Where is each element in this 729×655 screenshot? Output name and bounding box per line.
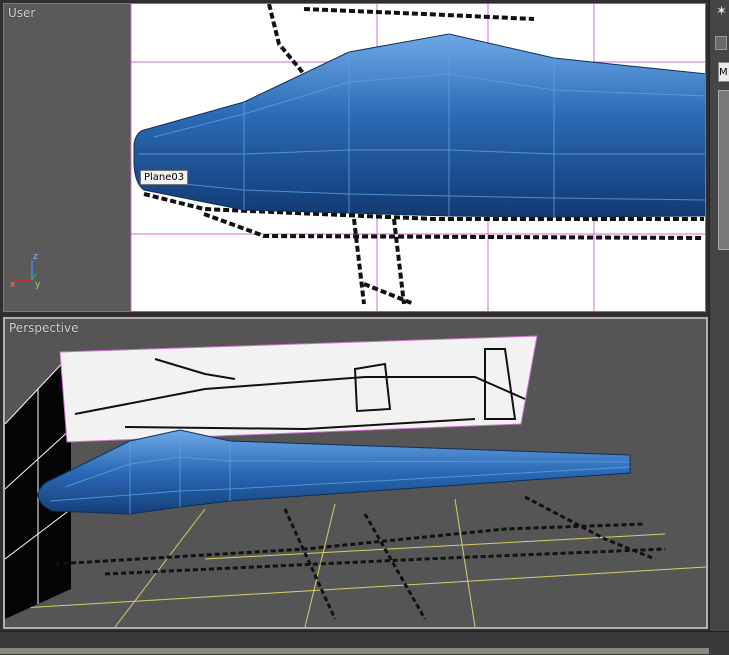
axis-label-y: y	[35, 280, 41, 290]
viewport-label-perspective[interactable]: Perspective	[9, 321, 79, 335]
panel-tab-button[interactable]	[715, 36, 727, 50]
timeline-strip[interactable]	[0, 648, 709, 654]
object-name-field[interactable]: M	[718, 62, 729, 82]
object-name-tag: Plane03	[140, 170, 189, 185]
axis-gizmo: z x y	[10, 252, 41, 290]
axis-label-z: z	[33, 252, 38, 262]
axis-label-x: x	[10, 280, 16, 290]
panel-rollout[interactable]	[718, 90, 729, 250]
viewport-perspective[interactable]: Perspective	[3, 317, 708, 629]
viewport-perspective-canvas	[5, 335, 706, 627]
viewport-label-user[interactable]: User	[8, 6, 35, 20]
command-panel: ✶ M	[709, 0, 729, 654]
viewport-user[interactable]: User z x y Plane03	[3, 3, 706, 312]
create-star-icon[interactable]: ✶	[716, 4, 727, 19]
viewport-user-canvas: z x y	[10, 4, 705, 311]
